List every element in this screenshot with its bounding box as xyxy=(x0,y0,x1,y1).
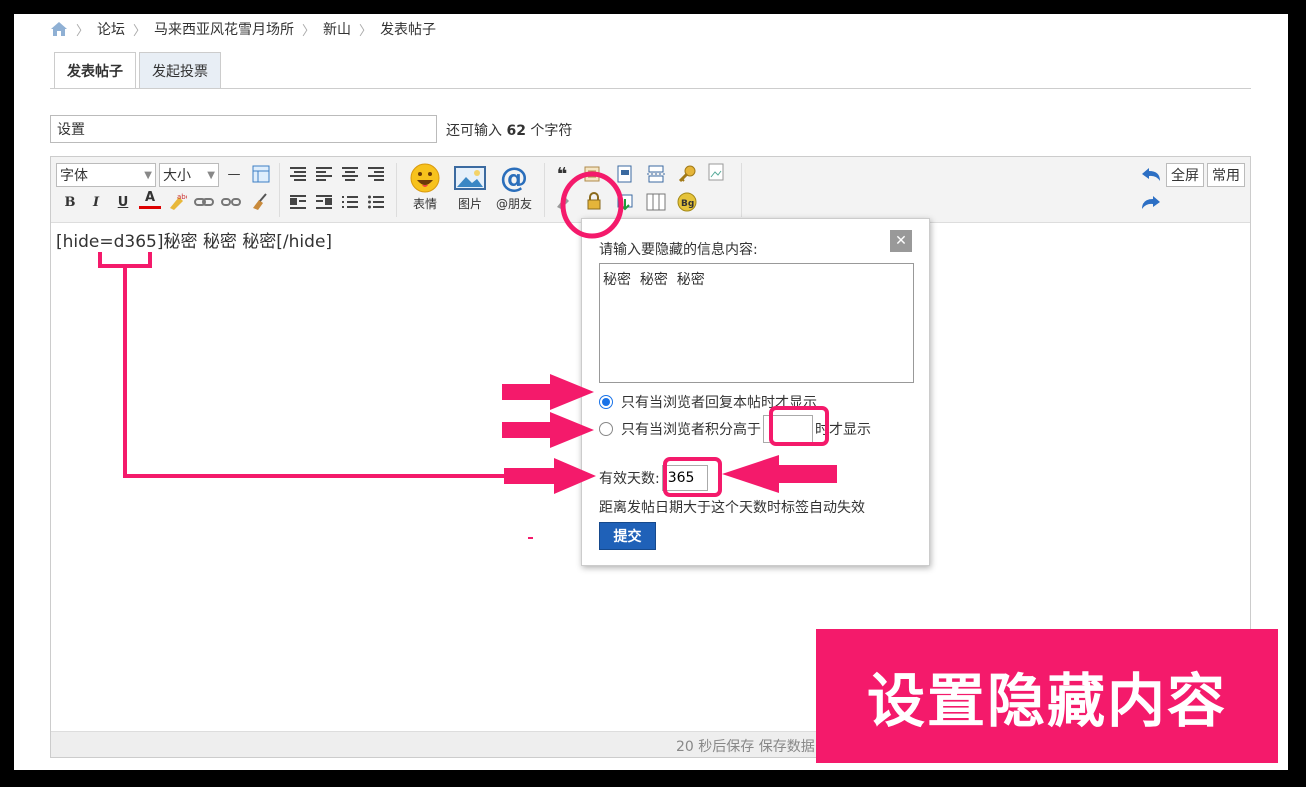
arrow-reply-option xyxy=(502,374,594,410)
arrow-points-option xyxy=(502,412,594,448)
stray-mark xyxy=(528,537,533,539)
arrow-days-right xyxy=(722,455,837,493)
lock-highlight-circle xyxy=(560,171,624,239)
days-input-highlight xyxy=(663,457,722,497)
bracket-connector xyxy=(98,252,514,478)
arrow-days-left xyxy=(504,458,596,494)
page: 〉 论坛 〉 马来西亚风花雪月场所 〉 新山 〉 发表帖子 发表帖子 发起投票 … xyxy=(14,14,1288,770)
points-input-highlight xyxy=(769,406,829,446)
annotation-label: 设置隐藏内容 xyxy=(816,629,1278,763)
